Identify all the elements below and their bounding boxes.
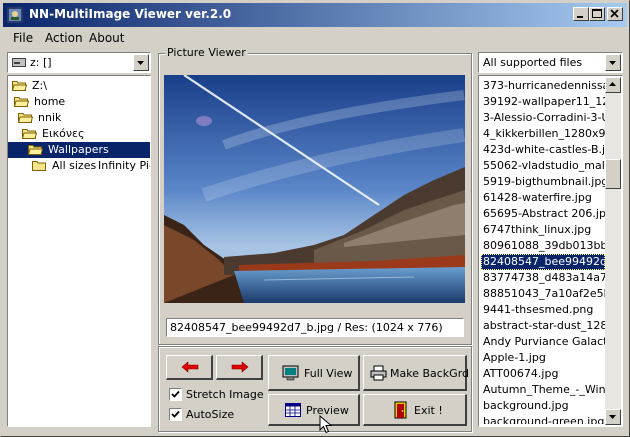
drive-select[interactable]: z: [] — [7, 52, 151, 73]
drive-select-value: z: [] — [30, 56, 52, 69]
file-filter-select[interactable]: All supported files — [478, 52, 623, 73]
open-folder-icon — [22, 129, 37, 139]
tree-item-label: Z:\ — [32, 79, 47, 92]
mouse-cursor-icon — [319, 415, 333, 434]
autosize-label[interactable]: AutoSize — [186, 408, 234, 421]
file-list-item[interactable]: Autumn_Theme_-_Windo — [481, 382, 605, 398]
tree-item-label: Εικόνες — [42, 127, 85, 140]
close-button[interactable] — [607, 7, 623, 21]
make-background-button[interactable]: Make BackGrd — [363, 355, 470, 391]
tree-item-wallpapers[interactable]: Wallpapers — [8, 142, 150, 158]
open-folder-icon — [12, 81, 27, 91]
check-icon — [171, 390, 180, 398]
file-list-item[interactable]: background.jpg — [481, 398, 605, 414]
menu-action[interactable]: Action — [45, 31, 83, 45]
maximize-button[interactable] — [589, 7, 605, 21]
file-filter-dropdown-button[interactable] — [605, 54, 621, 71]
file-list-item[interactable]: Apple-1.jpg — [481, 350, 605, 366]
file-list-scrollbar[interactable] — [605, 77, 621, 425]
exit-label: Exit ! — [414, 404, 443, 417]
file-list[interactable]: 373-hurricanedennissatelli39192-wallpape… — [478, 75, 623, 427]
window-title: NN-MultiImage Viewer ver.2.0 — [29, 7, 232, 21]
printer-icon — [370, 365, 387, 381]
autosize-checkbox[interactable] — [169, 408, 182, 421]
scroll-down-button[interactable] — [605, 409, 621, 425]
file-list-item[interactable]: 55062-vladstudio_malevic — [481, 158, 605, 174]
chevron-down-icon — [609, 61, 616, 65]
image-info-field: 82408547_bee99492d7_b.jpg / Res: (1024 x… — [166, 318, 464, 337]
grid-icon — [285, 403, 301, 417]
image-info-text: 82408547_bee99492d7_b.jpg / Res: (1024 x… — [170, 321, 443, 334]
open-folder-icon — [14, 97, 29, 107]
file-list-item[interactable]: 82408547_bee99492d7_b — [481, 254, 605, 270]
maximize-icon — [592, 9, 602, 18]
file-list-item[interactable]: 3-Alessio-Corradini-3-Uyun — [481, 110, 605, 126]
file-list-item[interactable]: 80961088_39db013bbb_b — [481, 238, 605, 254]
title-bar[interactable]: NN-MultiImage Viewer ver.2.0 — [3, 3, 627, 27]
main-window: NN-MultiImage Viewer ver.2.0 File Action… — [0, 0, 630, 437]
file-list-item[interactable]: 6747think_linux.jpg — [481, 222, 605, 238]
file-list-item[interactable]: 65695-Abstract 206.jpg — [481, 206, 605, 222]
drive-dropdown-button[interactable] — [133, 54, 149, 71]
file-list-item[interactable]: 5919-bigthumbnail.jpg — [481, 174, 605, 190]
file-list-item[interactable]: background-green.jpg — [481, 414, 605, 424]
app-icon — [7, 7, 23, 23]
folder-tree[interactable]: Z:\ home nnik Εικόνες Wallpapers All siz… — [7, 75, 151, 427]
file-list-item[interactable]: 39192-wallpaper11_1280_ — [481, 94, 605, 110]
stretch-image-label[interactable]: Stretch Image — [186, 388, 264, 401]
exit-door-icon — [394, 401, 407, 419]
arrow-up-icon — [609, 82, 616, 86]
file-list-item[interactable]: abstract-star-dust_1280x1 — [481, 318, 605, 334]
stretch-image-checkbox[interactable] — [169, 388, 182, 401]
file-list-item[interactable]: ATT00674.jpg — [481, 366, 605, 382]
close-icon — [610, 9, 619, 18]
previous-image-button[interactable] — [166, 355, 213, 380]
file-list-item[interactable]: 373-hurricanedennissatelli — [481, 78, 605, 94]
next-image-button[interactable] — [216, 355, 263, 380]
tree-item-label: All sizes — [52, 159, 97, 172]
open-folder-icon — [18, 113, 33, 123]
file-list-item[interactable]: 61428-waterfire.jpg — [481, 190, 605, 206]
scroll-thumb[interactable] — [605, 159, 621, 189]
exit-button[interactable]: Exit ! — [363, 394, 467, 426]
tree-item-label: home — [34, 95, 66, 108]
file-list-item[interactable]: 88851043_7a10af2e5b_o — [481, 286, 605, 302]
tree-item-label: Wallpapers — [46, 143, 111, 156]
monitor-icon — [282, 365, 299, 381]
make-background-label: Make BackGrd — [390, 367, 470, 380]
menu-about[interactable]: About — [89, 31, 124, 45]
tree-item-label: Infinity Pier — [98, 159, 150, 172]
folder-icon — [32, 161, 46, 171]
file-list-item[interactable]: 83774738_d483a14a7d_b — [481, 270, 605, 286]
check-icon — [171, 410, 180, 418]
arrow-left-icon — [181, 361, 199, 373]
file-list-items: 373-hurricanedennissatelli39192-wallpape… — [481, 78, 605, 424]
arrow-right-icon — [231, 361, 249, 373]
scroll-up-button[interactable] — [605, 77, 621, 93]
full-view-label: Full View — [304, 367, 353, 380]
picture-viewer-label: Picture Viewer — [165, 46, 248, 59]
file-list-item[interactable]: 4_kikkerbillen_1280x960. — [481, 126, 605, 142]
menu-bar: File Action About — [3, 28, 627, 48]
file-list-item[interactable]: Andy Purviance Galactic S — [481, 334, 605, 350]
chevron-down-icon — [137, 61, 144, 65]
file-list-item[interactable]: 423d-white-castles-B.jpg — [481, 142, 605, 158]
menu-file[interactable]: File — [13, 31, 33, 45]
file-list-item[interactable]: 9441-thsesmed.png — [481, 302, 605, 318]
drive-icon — [12, 58, 26, 67]
file-filter-value: All supported files — [483, 56, 583, 69]
minimize-button[interactable] — [573, 7, 589, 21]
minimize-icon — [577, 16, 583, 18]
picture-preview[interactable] — [164, 75, 465, 303]
full-view-button[interactable]: Full View — [268, 355, 360, 391]
arrow-down-icon — [609, 415, 616, 419]
tree-item-label: nnik — [38, 111, 62, 124]
open-folder-icon — [28, 145, 43, 155]
preview-button[interactable]: Preview — [268, 394, 360, 426]
